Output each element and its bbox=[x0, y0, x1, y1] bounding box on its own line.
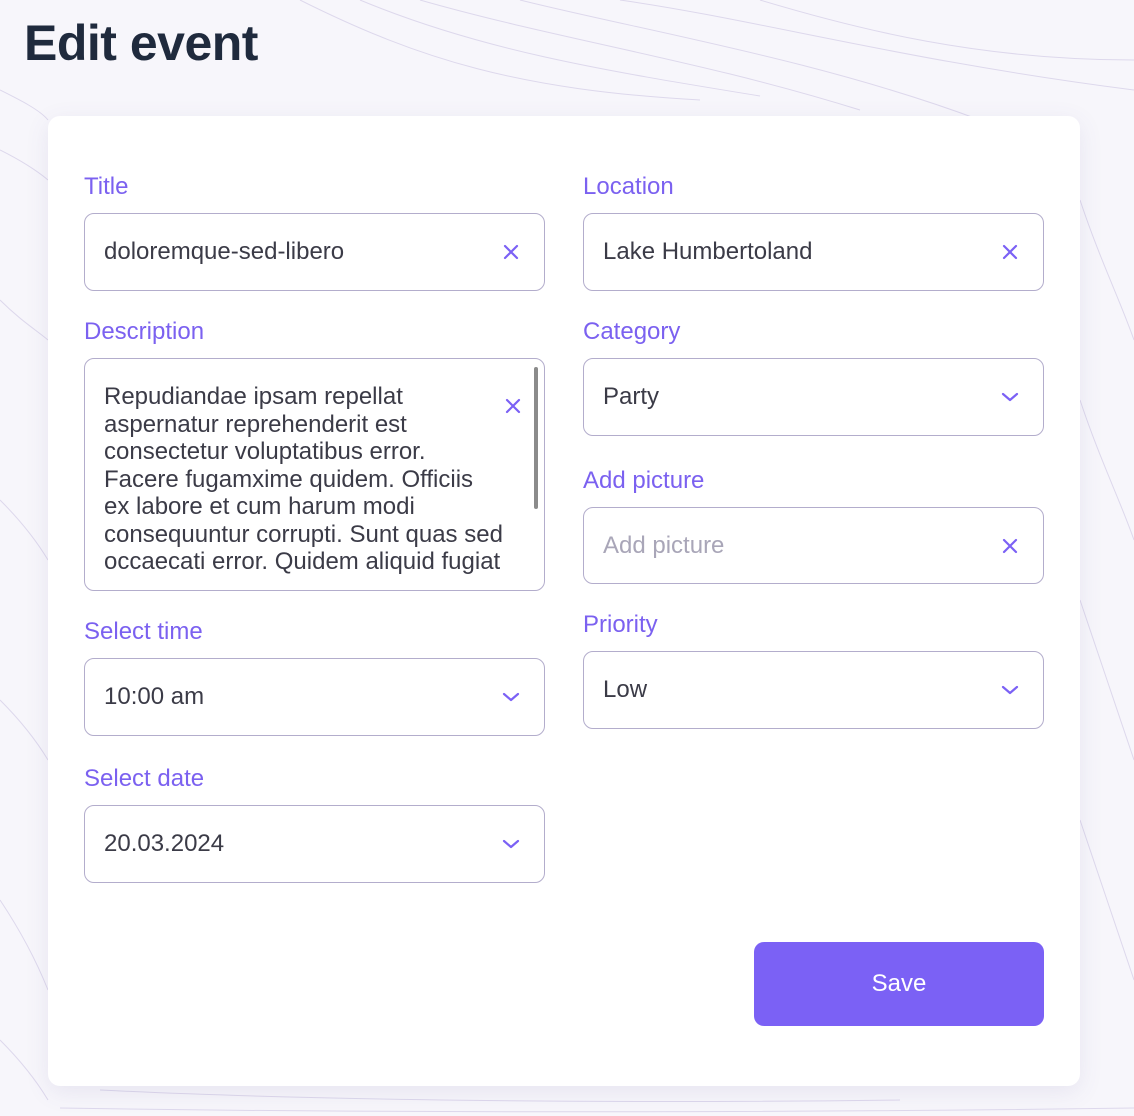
picture-label: Add picture bbox=[583, 467, 705, 494]
priority-field: Priority Low bbox=[583, 610, 1044, 729]
clear-icon[interactable] bbox=[502, 395, 524, 417]
chevron-down-icon[interactable] bbox=[500, 686, 522, 708]
time-value: 10:00 am bbox=[104, 683, 205, 710]
priority-select[interactable]: Low bbox=[583, 651, 1044, 729]
category-select[interactable]: Party bbox=[583, 358, 1044, 436]
location-input[interactable]: Lake Humbertoland bbox=[583, 213, 1044, 291]
edit-event-form: Title doloremque-sed-libero Location Lak… bbox=[48, 116, 1080, 1086]
time-label: Select time bbox=[84, 618, 203, 645]
description-label: Description bbox=[84, 318, 205, 345]
chevron-down-icon[interactable] bbox=[999, 386, 1021, 408]
page-title: Edit event bbox=[24, 15, 258, 71]
chevron-down-icon[interactable] bbox=[500, 833, 522, 855]
time-field: Select time 10:00 am bbox=[84, 617, 545, 736]
date-label: Select date bbox=[84, 765, 205, 792]
title-field: Title doloremque-sed-libero bbox=[84, 172, 545, 291]
category-field: Category Party bbox=[583, 317, 1044, 436]
title-label: Title bbox=[84, 173, 129, 200]
picture-input[interactable]: Add picture bbox=[583, 507, 1044, 584]
priority-label: Priority bbox=[583, 611, 658, 638]
date-select[interactable]: 20.03.2024 bbox=[84, 805, 545, 883]
category-value: Party bbox=[603, 383, 660, 410]
save-button[interactable]: Save bbox=[754, 942, 1044, 1026]
picture-field: Add picture Add picture bbox=[583, 466, 1044, 584]
date-value: 20.03.2024 bbox=[104, 830, 225, 857]
time-select[interactable]: 10:00 am bbox=[84, 658, 545, 736]
location-value: Lake Humbertoland bbox=[603, 238, 813, 265]
location-label: Location bbox=[583, 173, 674, 200]
category-label: Category bbox=[583, 318, 681, 345]
clear-icon[interactable] bbox=[999, 535, 1021, 557]
description-scrollbar[interactable] bbox=[534, 367, 538, 509]
picture-placeholder: Add picture bbox=[603, 531, 725, 559]
description-value: Repudiandae ipsam repellat aspernatur re… bbox=[104, 383, 503, 575]
title-input[interactable]: doloremque-sed-libero bbox=[84, 213, 545, 291]
clear-icon[interactable] bbox=[999, 241, 1021, 263]
title-value: doloremque-sed-libero bbox=[104, 238, 345, 265]
clear-icon[interactable] bbox=[500, 241, 522, 263]
priority-value: Low bbox=[603, 676, 648, 703]
chevron-down-icon[interactable] bbox=[999, 679, 1021, 701]
date-field: Select date 20.03.2024 bbox=[84, 764, 545, 883]
location-field: Location Lake Humbertoland bbox=[583, 172, 1044, 291]
description-textarea[interactable]: Repudiandae ipsam repellat aspernatur re… bbox=[84, 358, 545, 591]
description-field: Description Repudiandae ipsam repellat a… bbox=[84, 317, 545, 591]
